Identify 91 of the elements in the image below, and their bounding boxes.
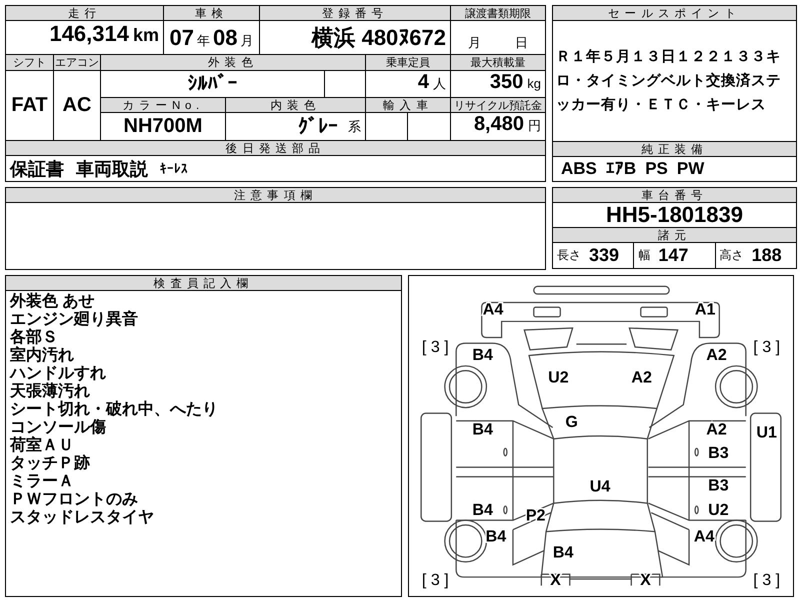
tire-tread-depth: [ 3 ] [753,571,780,590]
damage-code: B4 [486,528,506,546]
column-header: エアコン [55,56,99,70]
column-header: 輸入車 [383,98,433,112]
spec-label: 高さ [720,247,744,264]
aircon-value: AC [62,94,92,117]
damage-code: A4 [482,300,504,318]
damage-code: A1 [694,300,716,318]
damage-code: A2 [631,368,652,386]
month-unit: 月 [468,34,481,52]
damage-code: A4 [694,528,714,546]
column-header: 最大積載量 [470,56,526,70]
inspector-note: シート切れ・破れ中、へたり [10,401,219,418]
recycle-fee-value: 8,480 [474,113,524,136]
inspector-note: 室内汚れ [10,347,75,365]
color-type-unit: 系 [348,118,361,136]
interior-color-value: ｸﾞﾚｰ [298,114,338,138]
column-header: 走行 [68,6,102,20]
inspector-note: 外装色 あせ [10,293,96,311]
max-load-value: 350 [490,71,524,94]
column-header: リサイクル預託金 [454,98,542,112]
inspector-note: タッチＰ跡 [10,455,91,473]
damage-code: B4 [472,420,493,439]
mileage-value: 146,314 [49,21,129,47]
column-header: シフト [13,56,46,70]
shipped-item: ｷｰﾚｽ [160,161,188,176]
shift-value: FAT [11,94,48,117]
damage-code: U2 [708,501,729,520]
damage-code: B3 [708,476,729,494]
inspector-note: コンソール傷 [10,419,107,436]
capacity-value: 4 [418,71,429,94]
damage-code: A2 [706,346,727,364]
exterior-color-value: ｼﾙﾊﾞｰ [188,72,238,96]
spec-label: 幅 [638,247,650,264]
inspector-note: 天張薄汚れ [10,383,91,400]
inspector-note: 荷室ＡＵ [10,437,74,455]
damage-code: U1 [756,423,777,442]
spec-value: 339 [589,245,620,266]
equipment-item: ｴｱB [606,159,636,179]
inspector-note: ミラーＡ [10,473,75,491]
damage-code: B3 [708,444,729,462]
spec-label: 長さ [557,247,581,264]
section-header: 諸元 [658,228,692,242]
chassis-number: HH5-1801839 [606,202,743,228]
equipment-item: PS [645,159,668,179]
inspector-note: スタッドレスタイヤ [10,509,155,527]
year-unit: 年 [197,32,210,50]
column-header: 車検 [194,6,228,20]
section-header: セールスポイント [608,6,741,20]
section-header: 検査員記入欄 [154,276,254,290]
shipped-item: 保証書 [10,158,64,180]
inspector-note: ＰＷフロントのみ [10,491,139,509]
sales-point-text: Ｒ１年５月１３日１２２１３３キロ・タイミングベルト交換済ステッカー有り・ＥＴＣ・キーレス [556,48,782,115]
inspector-note: ハンドルすれ [10,365,107,382]
damage-code: U4 [590,477,610,496]
section-header: 車台番号 [641,188,708,202]
spec-value: 188 [752,245,782,266]
mileage-unit: km [132,25,159,46]
equipment-item: ABS [561,159,597,179]
inspection-month: 08 [213,25,238,51]
tire-tread-depth: [ 3 ] [422,338,449,356]
column-header: 登録番号 [322,6,388,20]
spec-value: 147 [658,245,688,266]
load-unit: kg [527,76,541,91]
section-header: 純正装備 [641,142,708,156]
inspector-note: 各部Ｓ [10,329,59,346]
column-header: カラーNo. [122,98,204,112]
month-unit: 月 [240,32,254,50]
day-unit: 日 [515,34,528,52]
damage-code: A2 [706,420,727,439]
column-header: 乗車定員 [386,56,430,70]
currency-unit: 円 [528,117,541,135]
column-header: 譲渡書類期限 [465,6,531,20]
tire-tread-depth: [ 3 ] [753,338,780,356]
color-code-value: NH700M [124,115,202,138]
inspector-note: エンジン廻り異音 [10,311,139,328]
shipped-item: 車両取説 [76,158,148,180]
section-header: 注意事項欄 [234,188,317,202]
section-header: 後日発送部品 [226,141,326,156]
damage-code: G [565,413,578,431]
column-header: 外装色 [208,56,258,70]
damage-code: B4 [472,501,493,520]
equipment-item: PW [676,159,704,179]
inspection-year: 07 [170,25,194,51]
damage-code: B4 [472,346,493,364]
capacity-unit: 人 [433,75,446,93]
damage-code: B4 [552,544,574,562]
damage-code: U2 [548,368,569,386]
registration-number: 横浜 480ﾇ672 [311,24,446,52]
column-header: 内装色 [270,98,320,112]
tire-tread-depth: [ 3 ] [422,571,449,590]
